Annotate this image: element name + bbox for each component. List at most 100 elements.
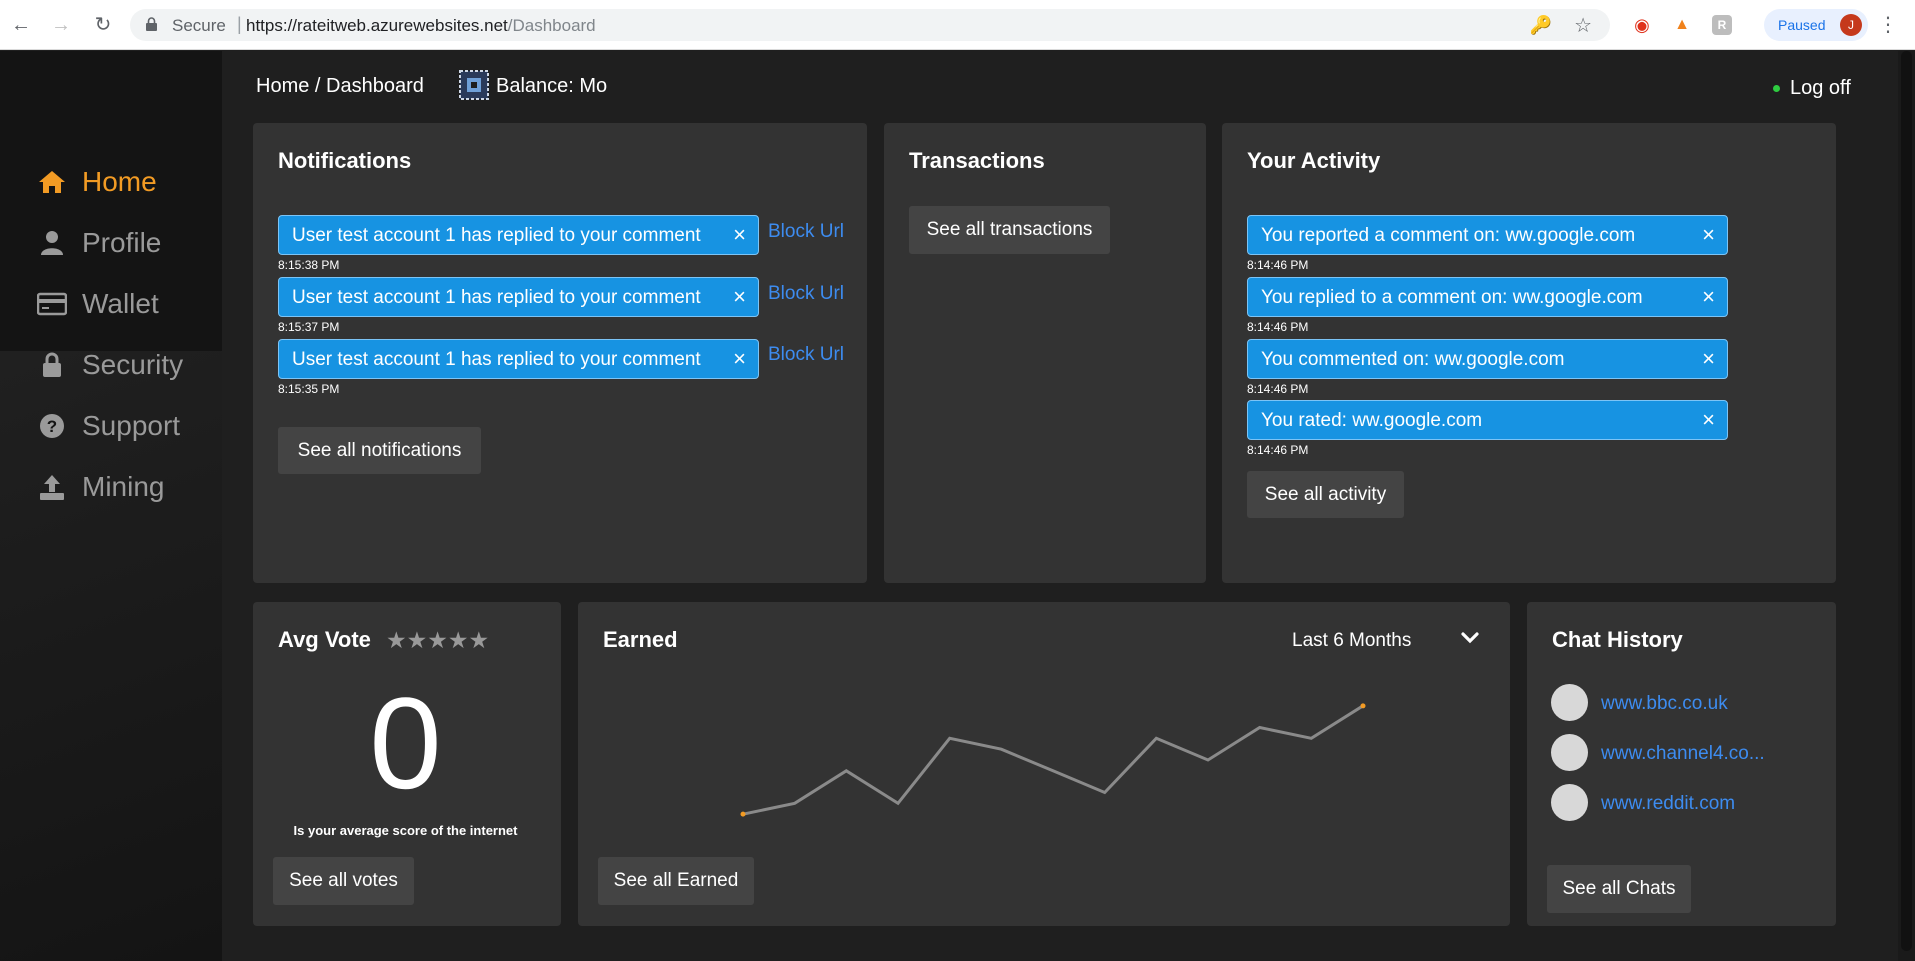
chat-link[interactable]: www.channel4.co... — [1601, 743, 1765, 765]
url-path: /Dashboard — [507, 16, 596, 35]
see-all-transactions-button[interactable]: See all transactions — [909, 206, 1110, 254]
home-icon — [36, 166, 68, 198]
close-icon[interactable]: × — [1702, 223, 1715, 247]
notification-text: User test account 1 has replied to your … — [292, 349, 701, 370]
coin-logo-icon — [459, 70, 489, 100]
back-arrow-icon[interactable]: ← — [8, 12, 34, 38]
sidebar-item-label: Security — [82, 349, 184, 380]
see-all-chats-button[interactable]: See all Chats — [1547, 865, 1691, 913]
timestamp: 8:15:35 PM — [278, 382, 340, 396]
notification-item[interactable]: User test account 1 has replied to your … — [278, 339, 759, 379]
kebab-menu-icon[interactable]: ⋮ — [1878, 10, 1898, 40]
timestamp: 8:15:37 PM — [278, 320, 340, 334]
sidebar-item-home[interactable]: Home — [36, 162, 157, 202]
svg-text:?: ? — [47, 417, 57, 436]
data-point — [740, 811, 746, 817]
star-rating-icon: ★★★★★ — [386, 627, 490, 653]
lock-icon — [36, 349, 68, 381]
block-url-link[interactable]: Block Url — [768, 344, 844, 366]
upload-icon — [36, 471, 68, 503]
question-icon: ? — [36, 410, 68, 442]
page-scrollbar[interactable] — [1898, 51, 1915, 961]
notification-item[interactable]: User test account 1 has replied to your … — [278, 215, 759, 255]
score-caption: Is your average score of the internet — [293, 823, 518, 838]
transactions-panel — [884, 123, 1206, 583]
lock-icon — [146, 17, 157, 31]
secure-label: Secure — [172, 16, 226, 35]
activity-item[interactable]: You replied to a comment on: ww.google.c… — [1247, 277, 1728, 317]
activity-item[interactable]: You rated: ww.google.com × — [1247, 400, 1728, 440]
see-all-votes-button[interactable]: See all votes — [273, 857, 414, 905]
activity-text: You replied to a comment on: ww.google.c… — [1261, 287, 1643, 308]
timestamp: 8:14:46 PM — [1247, 443, 1309, 457]
profile-status: Paused — [1778, 17, 1826, 33]
sidebar-item-mining[interactable]: Mining — [36, 467, 164, 507]
block-url-link[interactable]: Block Url — [768, 221, 844, 243]
sidebar-item-label: Home — [82, 166, 157, 197]
timestamp: 8:15:38 PM — [278, 258, 340, 272]
close-icon[interactable]: × — [733, 347, 746, 371]
wallet-icon — [36, 288, 68, 320]
sidebar-item-label: Mining — [82, 471, 165, 502]
average-score: 0 — [369, 670, 442, 816]
sidebar-item-label: Profile — [82, 227, 162, 258]
breadcrumb: Home / Dashboard — [256, 75, 424, 97]
sidebar-item-label: Support — [82, 410, 181, 441]
r-extension-icon[interactable]: R — [1712, 15, 1732, 35]
chat-avatar — [1551, 734, 1588, 771]
sidebar-item-support[interactable]: ? Support — [36, 406, 180, 446]
see-all-earned-button[interactable]: See all Earned — [598, 857, 754, 905]
url-text: https://rateitweb.azurewebsites.net/Dash… — [246, 16, 596, 36]
chat-link[interactable]: www.reddit.com — [1601, 793, 1735, 815]
browser-toolbar: ← → ↻ Secure | https://rateitweb.azurewe… — [0, 0, 1915, 50]
see-all-activity-button[interactable]: See all activity — [1247, 471, 1404, 518]
timestamp: 8:14:46 PM — [1247, 320, 1309, 334]
balance: Balance: Mo — [496, 75, 608, 97]
earned-line-chart — [740, 703, 1366, 817]
user-icon — [36, 227, 68, 259]
close-icon[interactable]: × — [733, 285, 746, 309]
online-status-dot — [1773, 85, 1780, 92]
block-url-link[interactable]: Block Url — [768, 283, 844, 305]
activity-item[interactable]: You commented on: ww.google.com × — [1247, 339, 1728, 379]
metamask-icon[interactable]: ▲ — [1672, 15, 1692, 35]
sidebar-item-wallet[interactable]: Wallet — [36, 284, 159, 324]
notification-item[interactable]: User test account 1 has replied to your … — [278, 277, 759, 317]
opera-icon[interactable]: ◉ — [1632, 15, 1652, 35]
sidebar-item-profile[interactable]: Profile — [36, 223, 161, 263]
panel-title: Notifications — [278, 148, 412, 173]
close-icon[interactable]: × — [1702, 347, 1715, 371]
chat-avatar — [1551, 784, 1588, 821]
address-bar[interactable]: Secure | https://rateitweb.azurewebsites… — [130, 9, 1610, 41]
key-icon[interactable]: 🔑 — [1530, 15, 1552, 36]
scrollbar-thumb[interactable] — [1901, 51, 1912, 951]
bookmark-star-icon[interactable]: ☆ — [1574, 13, 1592, 38]
see-all-notifications-button[interactable]: See all notifications — [278, 427, 481, 474]
url-host: https://rateitweb.azurewebsites.net — [246, 16, 508, 35]
forward-arrow-icon[interactable]: → — [48, 12, 74, 38]
panel-title: Chat History — [1552, 627, 1683, 652]
close-icon[interactable]: × — [733, 223, 746, 247]
activity-text: You commented on: ww.google.com — [1261, 349, 1565, 370]
sidebar-item-label: Wallet — [82, 288, 159, 319]
logoff-link[interactable]: Log off — [1790, 77, 1851, 100]
activity-item[interactable]: You reported a comment on: ww.google.com… — [1247, 215, 1728, 255]
reload-icon[interactable]: ↻ — [90, 12, 116, 38]
chat-link[interactable]: www.bbc.co.uk — [1601, 693, 1728, 715]
chat-avatar — [1551, 684, 1588, 721]
close-icon[interactable]: × — [1702, 285, 1715, 309]
timestamp: 8:14:46 PM — [1247, 258, 1309, 272]
sidebar-item-security[interactable]: Security — [36, 345, 183, 385]
timestamp: 8:14:46 PM — [1247, 382, 1309, 396]
panel-title: Your Activity — [1247, 148, 1381, 173]
activity-text: You reported a comment on: ww.google.com — [1261, 225, 1636, 246]
activity-text: You rated: ww.google.com — [1261, 410, 1483, 431]
data-point — [1360, 703, 1366, 709]
notification-text: User test account 1 has replied to your … — [292, 225, 701, 246]
separator: | — [237, 14, 242, 34]
panel-title: Avg Vote — [278, 627, 371, 652]
panel-title: Transactions — [909, 148, 1045, 173]
profile-button[interactable]: Paused J — [1764, 9, 1868, 41]
notification-text: User test account 1 has replied to your … — [292, 287, 701, 308]
close-icon[interactable]: × — [1702, 408, 1715, 432]
